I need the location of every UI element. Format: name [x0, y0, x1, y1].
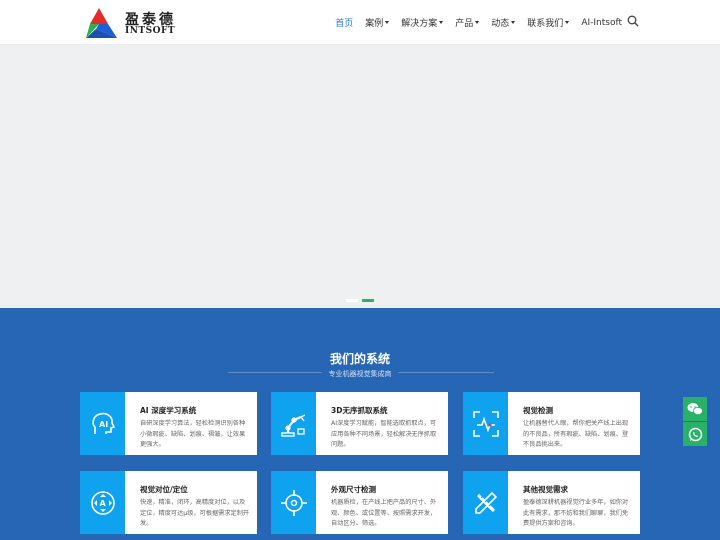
system-card-other-vision[interactable]: 其他视觉需求 盈泰德深耕机器视觉行业多年，如你对此有需求，那不妨和我们聊聊，我们… [463, 471, 640, 534]
section-subtitle: 专业机器视觉集成商 [328, 370, 392, 378]
banner-pagination [346, 299, 374, 302]
card-description: 让机器替代人眼，帮你把关产线上出现的不良品，所有瑕疵、缺陷、划痕、登不良品挑出来… [523, 420, 629, 448]
pencil-ruler-icon [474, 491, 497, 514]
card-title: 3D无序抓取系统 [331, 406, 388, 415]
system-card-positioning[interactable]: A 视觉对位/定位 快速，精准，闭环，高精度对位，以及定位，精度可达μ级，可根据… [80, 471, 257, 534]
nav-item-news[interactable]: 动态 [491, 16, 516, 29]
nav-item-label: 案例 [365, 19, 384, 29]
card-icon-box [271, 471, 316, 534]
system-card-vision-inspection[interactable]: 视觉检测 让机器替代人眼，帮你把关产线上出现的不良品，所有瑕疵、缺陷、划痕、登不… [463, 392, 640, 455]
ai-head-icon: AI [91, 412, 115, 434]
hero-banner [0, 45, 720, 308]
search-icon[interactable] [627, 15, 639, 27]
card-icon-box [463, 471, 508, 534]
measure-icon [280, 489, 307, 516]
system-card-3d-picking[interactable]: 3D无序抓取系统 AI深度学习赋能，智能选取抓取点，可应用各种不同场景，轻松解决… [271, 392, 448, 455]
card-icon-box: A [80, 471, 125, 534]
caret-down-icon [475, 21, 480, 24]
caret-down-icon [511, 21, 516, 24]
card-icon-box [463, 392, 508, 455]
logo-mark-icon [86, 8, 117, 38]
site-header: 盈泰德 INTSOFT 首页 案例 解决方案 产品 动态 联系我们 AI-Int… [0, 0, 720, 45]
nav-item-label: 首页 [335, 19, 354, 29]
card-title: 外观尺寸检测 [331, 485, 376, 494]
nav-item-label: 联系我们 [527, 19, 564, 29]
whatsapp-icon [688, 427, 702, 441]
card-icon-box [271, 392, 316, 455]
nav-item-label: 产品 [455, 19, 474, 29]
nav-item-contact[interactable]: 联系我们 [527, 16, 570, 29]
system-card-dimension-inspection[interactable]: 外观尺寸检测 机器质检，在产线上把产品的尺寸、外观、颜色、或位置等、按照需求开发… [271, 471, 448, 534]
nav-item-cases[interactable]: 案例 [365, 16, 390, 29]
caret-down-icon [439, 21, 444, 24]
wechat-button[interactable] [683, 397, 707, 421]
banner-dot-2[interactable] [362, 299, 374, 302]
card-description: 自研深度学习算法，轻松检测识别各种小微瑕疵、缺陷、划痕、褶皱，让效果更强大。 [140, 420, 246, 448]
wechat-icon [687, 403, 703, 415]
caret-down-icon [565, 21, 570, 24]
logo[interactable]: 盈泰德 INTSOFT [84, 5, 176, 39]
vision-check-icon [472, 410, 499, 437]
card-title: 视觉对位/定位 [140, 485, 188, 494]
card-description: 快速，精准，闭环，高精度对位，以及定位，精度可达μ级，可根据需求定制开发。 [140, 499, 250, 527]
nav-item-label: 动态 [491, 19, 510, 29]
card-description: 盈泰德深耕机器视觉行业多年，如你对此有需求，那不妨和我们聊聊，我们免费提供方案和… [523, 499, 629, 527]
svg-text:A: A [99, 499, 106, 508]
nav-item-products[interactable]: 产品 [455, 16, 480, 29]
card-description: AI深度学习赋能，智能选取抓取点，可应用各种不同场景，轻松解决无序抓取问题。 [331, 420, 437, 448]
card-title: 视觉检测 [523, 406, 553, 415]
whatsapp-button[interactable] [683, 422, 707, 446]
card-icon-box: AI [80, 392, 125, 455]
nav-item-label: 解决方案 [401, 19, 438, 29]
nav-item-ai-intsoft[interactable]: AI-Intsoft [581, 18, 622, 28]
logo-english-text: INTSOFT [125, 26, 176, 36]
main-nav: 首页 案例 解决方案 产品 动态 联系我们 AI-Intsoft [323, 0, 622, 45]
nav-item-home[interactable]: 首页 [335, 16, 353, 29]
card-title: AI 深度学习系统 [140, 406, 197, 415]
system-card-ai[interactable]: AI AI 深度学习系统 自研深度学习算法，轻松检测识别各种小微瑕疵、缺陷、划痕… [80, 392, 257, 455]
card-title: 其他视觉需求 [523, 485, 568, 494]
our-systems-section: 我们的系统 专业机器视觉集成商 AI AI 深度学习系统 自研深度学习算法，轻松… [0, 308, 720, 540]
card-description: 机器质检，在产线上把产品的尺寸、外观、颜色、或位置等、按照需求开发，自动区分、筛… [331, 499, 437, 527]
section-title: 我们的系统 [329, 352, 390, 366]
positioning-icon: A [90, 490, 115, 515]
nav-item-label: AI-Intsoft [581, 17, 622, 28]
banner-dot-1[interactable] [346, 299, 358, 302]
svg-text:AI: AI [99, 420, 108, 429]
nav-item-solutions[interactable]: 解决方案 [401, 16, 444, 29]
robot-arm-icon [280, 413, 305, 437]
caret-down-icon [385, 21, 390, 24]
